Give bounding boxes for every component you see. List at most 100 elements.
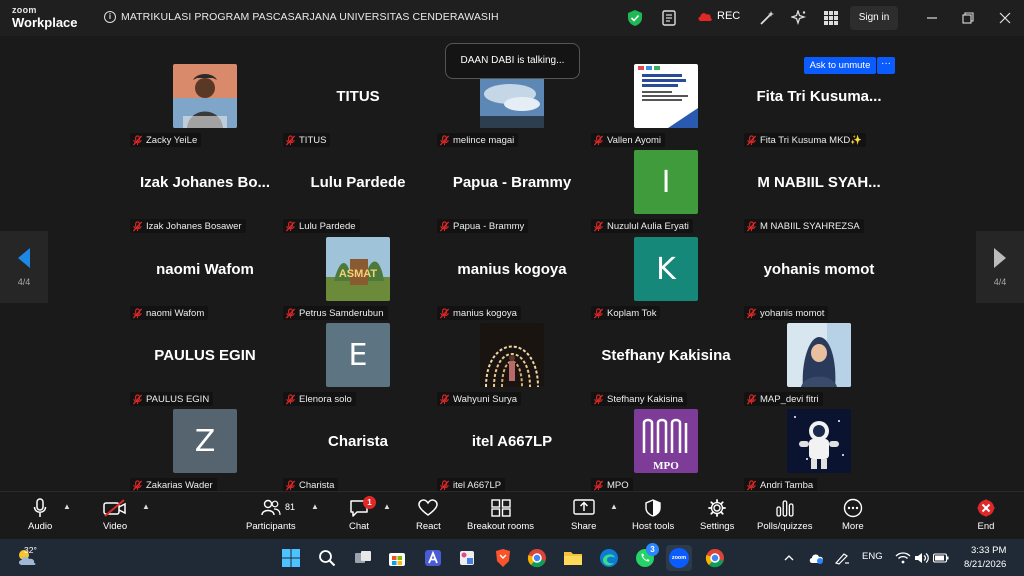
participant-tile[interactable]: naomi Wafom naomi Wafom <box>130 232 280 320</box>
participant-tile[interactable]: M NABIIL SYAH... M NABIIL SYAHREZSA <box>744 145 894 233</box>
ask-to-unmute-button[interactable]: Ask to unmute <box>804 57 876 74</box>
participant-name: M NABIIL SYAHREZSA <box>760 220 860 232</box>
mic-muted-icon <box>746 220 757 232</box>
edge-icon[interactable] <box>596 545 622 571</box>
clock-time[interactable]: 3:33 PM <box>971 545 1006 556</box>
cloud-tray-icon[interactable] <box>806 545 826 571</box>
chat-label: Chat <box>349 521 370 532</box>
settings-button[interactable]: Settings <box>700 498 734 532</box>
tile-more-options-button[interactable]: ··· <box>877 57 895 74</box>
zoom-taskbar-icon[interactable]: zoom <box>666 545 692 571</box>
participant-tile[interactable]: Izak Johanes Bo... Izak Johanes Bosawer <box>130 145 280 233</box>
recording-indicator[interactable]: REC <box>697 10 740 22</box>
breakout-rooms-button[interactable]: Breakout rooms <box>467 498 534 532</box>
participant-tile[interactable]: E Elenora solo <box>283 318 433 406</box>
language-indicator[interactable]: ENG <box>862 551 883 562</box>
volume-icon[interactable] <box>913 545 931 571</box>
participant-tile[interactable]: manius kogoya manius kogoya <box>437 232 587 320</box>
chrome-profile-icon[interactable] <box>702 545 728 571</box>
participant-name: Fita Tri Kusuma MKD✨ <box>760 134 863 146</box>
chrome-icon[interactable] <box>524 545 550 571</box>
close-button[interactable] <box>995 8 1015 28</box>
more-button[interactable]: More <box>842 498 864 532</box>
notes-icon[interactable] <box>660 9 678 27</box>
participant-name: Nuzulul Aulia Eryati <box>607 220 689 232</box>
mic-muted-icon <box>593 307 604 319</box>
participant-tile[interactable]: MAP_devi fitri <box>744 318 894 406</box>
chat-options-caret-icon[interactable]: ▲ <box>383 502 391 511</box>
participant-tile[interactable]: I Nuzulul Aulia Eryati <box>591 145 741 233</box>
audio-button[interactable]: Audio <box>28 498 52 532</box>
end-meeting-button[interactable]: End <box>976 498 996 532</box>
participant-display-name: Lulu Pardede <box>310 173 406 191</box>
participant-photo: MPO <box>634 409 698 473</box>
participant-name: Izak Johanes Bosawer <box>146 220 242 232</box>
participant-tile[interactable]: MPO MPO <box>591 404 741 492</box>
title-bar: zoom Workplace i MATRIKULASI PROGRAM PAS… <box>0 0 1024 36</box>
apps-grid-icon[interactable] <box>822 9 840 27</box>
participant-tile[interactable]: ASMAT Petrus Samderubun <box>283 232 433 320</box>
svg-text:MPO: MPO <box>653 460 679 472</box>
next-page-button[interactable]: 4/4 <box>976 231 1024 303</box>
tray-overflow-icon[interactable] <box>780 545 798 571</box>
pen-tray-icon[interactable] <box>832 545 852 571</box>
sparkle-ai-icon[interactable] <box>790 9 808 27</box>
restore-button[interactable] <box>958 8 978 28</box>
participant-name: Stefhany Kakisina <box>607 393 684 405</box>
participant-tile[interactable]: Papua - Brammy Papua - Brammy <box>437 145 587 233</box>
participant-name: Papua - Brammy <box>453 220 525 232</box>
participants-options-caret-icon[interactable]: ▲ <box>311 502 319 511</box>
participant-tile[interactable]: Vallen Ayomi <box>591 59 741 147</box>
video-options-caret-icon[interactable]: ▲ <box>142 502 150 511</box>
search-icon[interactable] <box>314 545 340 571</box>
participant-tile[interactable]: Lulu Pardede Lulu Pardede <box>283 145 433 233</box>
mic-muted-icon <box>593 134 604 146</box>
participant-name: Lulu Pardede <box>299 220 356 232</box>
app-icon-pink[interactable] <box>454 545 480 571</box>
participant-tile[interactable]: Wahyuni Surya <box>437 318 587 406</box>
participant-tile[interactable]: Zacky YeiLe <box>130 59 280 147</box>
app-icon-a[interactable] <box>420 545 446 571</box>
file-explorer-icon[interactable] <box>560 545 586 571</box>
participant-name: TITUS <box>299 134 327 146</box>
participant-name: MAP_devi fitri <box>760 393 819 405</box>
react-button[interactable]: React <box>416 498 441 532</box>
participant-tile[interactable]: Z Zakarias Wader <box>130 404 280 492</box>
zoom-app-label: zoom <box>669 548 689 568</box>
participant-tile[interactable]: Andri Tamba <box>744 404 894 492</box>
sign-in-button[interactable]: Sign in <box>850 6 898 30</box>
participant-name: Elenora solo <box>299 393 352 405</box>
host-tools-button[interactable]: Host tools <box>632 498 674 532</box>
shield-check-icon[interactable] <box>626 9 644 27</box>
share-button[interactable]: Share <box>571 498 596 532</box>
participants-label: Participants <box>246 521 296 532</box>
minimize-button[interactable] <box>922 8 942 28</box>
participant-tile[interactable]: Stefhany Kakisina Stefhany Kakisina <box>591 318 741 406</box>
participant-name-label: Andri Tamba <box>744 478 818 492</box>
participant-name: Petrus Samderubun <box>299 307 384 319</box>
clock-date[interactable]: 8/21/2026 <box>964 559 1006 570</box>
participant-tile[interactable]: itel A667LP itel A667LP <box>437 404 587 492</box>
video-button[interactable]: Video <box>103 498 127 532</box>
previous-page-button[interactable]: 4/4 <box>0 231 48 303</box>
store-icon[interactable] <box>384 545 410 571</box>
mic-muted-icon <box>593 393 604 405</box>
participant-tile[interactable]: TITUS TITUS <box>283 59 433 147</box>
participant-tile[interactable]: Charista Charista <box>283 404 433 492</box>
brave-browser-icon[interactable] <box>490 545 516 571</box>
magic-wand-icon[interactable] <box>758 9 776 27</box>
participant-tile[interactable]: PAULUS EGIN PAULUS EGIN <box>130 318 280 406</box>
wifi-icon[interactable] <box>894 545 912 571</box>
participant-video: MPO <box>591 404 741 478</box>
task-view-icon[interactable] <box>350 545 376 571</box>
participant-tile[interactable]: yohanis momot yohanis momot <box>744 232 894 320</box>
info-icon[interactable]: i <box>104 11 116 23</box>
participant-tile[interactable]: K Koplam Tok <box>591 232 741 320</box>
participant-name-label: Nuzulul Aulia Eryati <box>591 219 693 233</box>
battery-icon[interactable] <box>932 545 950 571</box>
windows-start-icon[interactable] <box>278 545 304 571</box>
polls-quizzes-button[interactable]: Polls/quizzes <box>757 498 812 532</box>
share-options-caret-icon[interactable]: ▲ <box>610 502 618 511</box>
more-label: More <box>842 521 864 532</box>
audio-options-caret-icon[interactable]: ▲ <box>63 502 71 511</box>
